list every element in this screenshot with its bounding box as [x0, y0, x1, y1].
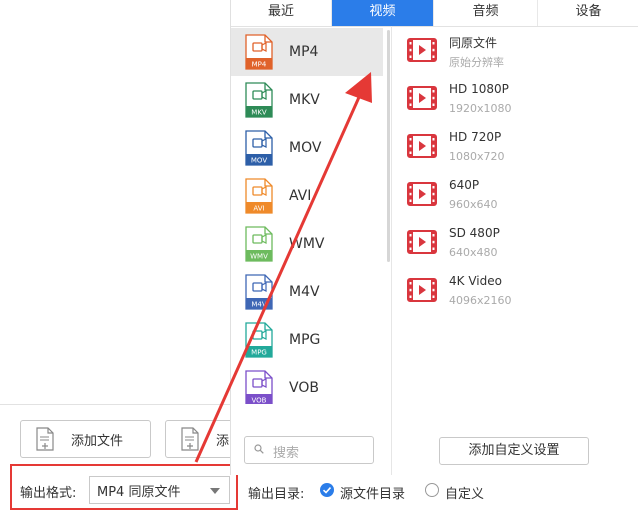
- format-name: MOV: [289, 140, 322, 156]
- resolution-item[interactable]: 4K Video 4096x2160: [403, 274, 623, 320]
- resolution-item[interactable]: HD 1080P 1920x1080: [403, 82, 623, 128]
- video-play-icon: [407, 38, 437, 62]
- format-popup: 最近 视频 音频 设备 MP4 MP4 MKV MKV MOV MOV AVI AVI WMV W…: [230, 0, 638, 475]
- output-format-select[interactable]: MP4 同原文件: [89, 476, 230, 504]
- toolbar-divider: [0, 404, 230, 405]
- video-file-icon: VOB: [245, 370, 273, 404]
- video-play-icon: [407, 230, 437, 254]
- video-play-icon: [407, 182, 437, 206]
- resolution-size: 4096x2160: [449, 294, 512, 307]
- tab-audio[interactable]: 音频: [434, 0, 538, 26]
- add-file-icon: [36, 427, 54, 451]
- format-name: MPG: [289, 332, 321, 348]
- add-folder-icon: [181, 427, 199, 451]
- format-item-mkv[interactable]: MKV MKV: [231, 76, 383, 124]
- video-file-icon: AVI: [245, 178, 273, 214]
- resolution-size: 1080x720: [449, 150, 505, 163]
- video-play-icon: [407, 86, 437, 110]
- tab-recent[interactable]: 最近: [231, 0, 332, 26]
- radio-custom-dir-label: 自定义: [445, 487, 485, 502]
- resolution-item[interactable]: 同原文件 原始分辨率: [403, 34, 623, 80]
- format-name: AVI: [289, 188, 312, 204]
- video-file-icon: MP4: [245, 34, 273, 70]
- resolution-title: HD 720P: [449, 130, 502, 144]
- output-format-value: MP4 同原文件: [97, 484, 181, 500]
- format-name: VOB: [289, 380, 319, 396]
- video-file-icon: WMV: [245, 226, 273, 262]
- add-file-button[interactable]: 添加文件: [20, 420, 151, 458]
- format-item-avi[interactable]: AVI AVI: [231, 172, 383, 220]
- svg-text:M4V: M4V: [251, 301, 266, 309]
- svg-text:MOV: MOV: [251, 157, 267, 165]
- format-name: MP4: [289, 44, 319, 60]
- format-tabs: 最近 视频 音频 设备: [231, 0, 638, 27]
- resolution-item[interactable]: SD 480P 640x480: [403, 226, 623, 272]
- svg-text:WMV: WMV: [250, 253, 268, 261]
- format-name: M4V: [289, 284, 320, 300]
- search-placeholder: 搜索: [273, 446, 300, 461]
- format-item-mov[interactable]: MOV MOV: [231, 124, 383, 172]
- svg-text:AVI: AVI: [253, 205, 264, 213]
- resolution-size: 原始分辨率: [449, 56, 504, 69]
- resolution-size: 960x640: [449, 198, 498, 211]
- format-item-wmv[interactable]: WMV WMV: [231, 220, 383, 268]
- format-list-scrollbar[interactable]: [387, 30, 390, 262]
- video-file-icon: MPG: [245, 322, 273, 358]
- video-play-icon: [407, 278, 437, 302]
- check-icon: [322, 487, 332, 494]
- format-item-mpg[interactable]: MPG MPG: [231, 316, 383, 364]
- resolution-size: 640x480: [449, 246, 498, 259]
- resolution-item[interactable]: 640P 960x640: [403, 178, 623, 224]
- format-name: WMV: [289, 236, 325, 252]
- radio-source-dir[interactable]: [320, 483, 334, 497]
- add-folder-button[interactable]: 添: [165, 420, 235, 458]
- svg-text:VOB: VOB: [252, 397, 267, 405]
- format-name: MKV: [289, 92, 320, 108]
- resolution-size: 1920x1080: [449, 102, 512, 115]
- svg-text:MPG: MPG: [251, 349, 267, 357]
- format-item-mp4[interactable]: MP4 MP4: [231, 28, 383, 76]
- svg-text:MKV: MKV: [251, 109, 267, 117]
- radio-source-dir-label: 源文件目录: [340, 487, 406, 502]
- video-file-icon: M4V: [245, 274, 273, 310]
- video-play-icon: [407, 134, 437, 158]
- search-input[interactable]: 搜索: [244, 436, 374, 464]
- radio-custom-dir[interactable]: [425, 483, 439, 497]
- video-file-icon: MOV: [245, 130, 273, 166]
- format-list: MP4 MP4 MKV MKV MOV MOV AVI AVI WMV WMV M4V M4V MPG M…: [231, 28, 383, 404]
- tab-video[interactable]: 视频: [332, 0, 434, 26]
- chevron-down-icon: [210, 488, 220, 494]
- add-custom-settings-button[interactable]: 添加自定义设置: [439, 437, 589, 465]
- format-item-vob[interactable]: VOB VOB: [231, 364, 383, 404]
- svg-text:MP4: MP4: [252, 61, 267, 69]
- search-icon: [254, 444, 264, 454]
- resolution-title: HD 1080P: [449, 82, 509, 96]
- add-folder-label: 添: [216, 433, 230, 449]
- output-format-label: 输出格式:: [20, 486, 77, 501]
- panel-divider: [391, 26, 392, 475]
- resolution-title: 4K Video: [449, 274, 502, 288]
- resolution-item[interactable]: HD 720P 1080x720: [403, 130, 623, 176]
- add-file-label: 添加文件: [71, 433, 124, 449]
- output-dir-label: 输出目录:: [248, 487, 305, 502]
- video-file-icon: MKV: [245, 82, 273, 118]
- resolution-title: SD 480P: [449, 226, 500, 240]
- tab-device[interactable]: 设备: [538, 0, 638, 26]
- resolution-title: 同原文件: [449, 36, 498, 50]
- resolution-title: 640P: [449, 178, 480, 192]
- format-item-m4v[interactable]: M4V M4V: [231, 268, 383, 316]
